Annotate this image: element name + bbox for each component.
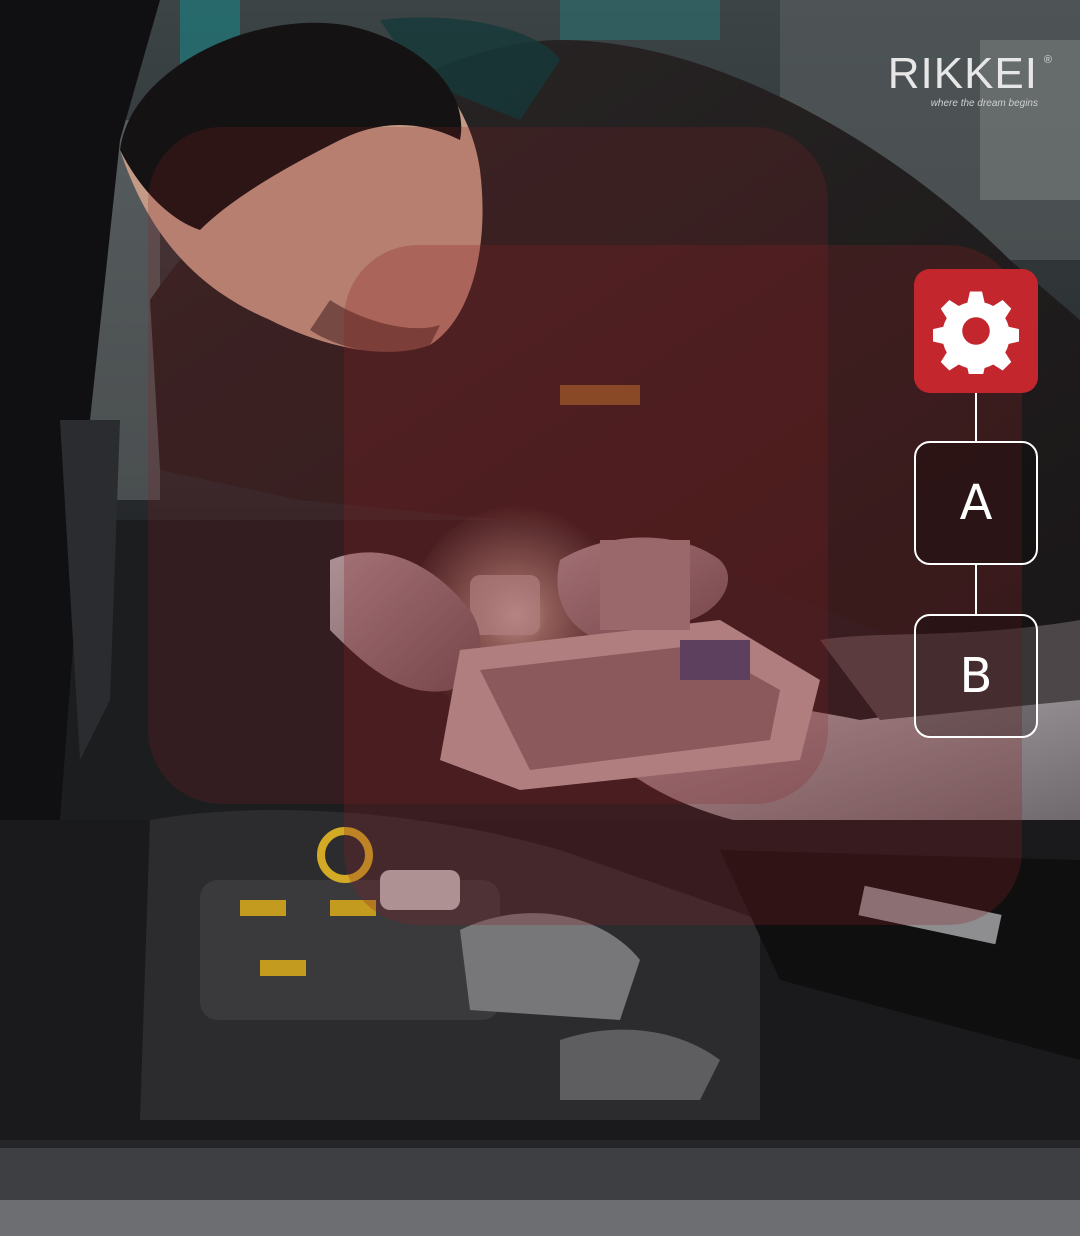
node-a-label: A [959,475,993,531]
gear-icon [933,291,1019,374]
connector-gear-to-a [975,393,977,441]
brand-logo: RIKKEI ® where the dream begins [887,49,1052,110]
flow-node-a: A [914,441,1038,565]
node-b-label: B [959,648,993,704]
logo-tagline: where the dream begins [930,98,1038,109]
registered-mark: ® [1043,54,1052,66]
logo-wordmark: RIKKEI [887,49,1038,98]
connector-a-to-b [975,565,977,614]
gear-node [914,269,1038,393]
flow-node-b: B [914,614,1038,738]
